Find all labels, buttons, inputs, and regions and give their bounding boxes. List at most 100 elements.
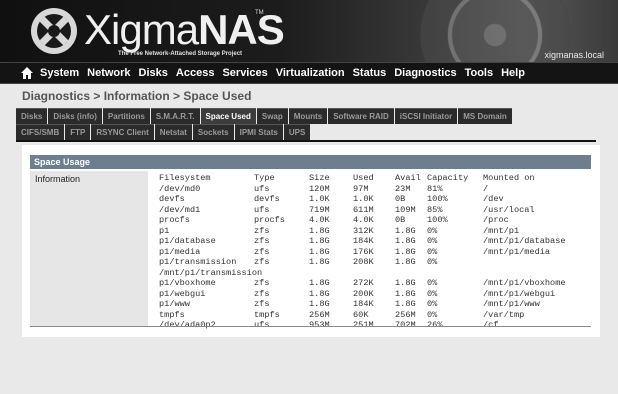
cell-capacity: 81% [427, 183, 443, 194]
tab-rsync-client[interactable]: RSYNC Client [91, 124, 154, 140]
breadcrumb: Diagnostics > Information > Space Used [22, 89, 252, 103]
tab-disks-info[interactable]: Disks (info) [48, 108, 102, 124]
cell-mounted-on: /dev [483, 194, 504, 204]
col-avail: Avail [395, 173, 421, 183]
panel-title: Space Usage [30, 155, 591, 169]
nav-tools[interactable]: Tools [465, 67, 494, 79]
table-row: tmpfs tmpfs 256M 60K 256M 0% /var/tmp [159, 310, 589, 321]
table-row: p1/vboxhome zfs 1.8G 272K 1.8G 0% /mnt/p1/vbox… [159, 278, 589, 289]
space-usage-panel: Space Usage Information Filesystem Type … [22, 145, 600, 337]
cell-used: 200K [353, 288, 374, 299]
tab-ftp[interactable]: FTP [65, 124, 91, 140]
cell-used: 176K [353, 246, 374, 257]
tab-space-used[interactable]: Space Used [200, 108, 256, 124]
nav-status[interactable]: Status [353, 67, 387, 79]
cell-filesystem: /dev/md1 [159, 204, 201, 215]
cell-type: zfs [254, 288, 270, 299]
cell-size: 1.8G [309, 257, 330, 267]
cell-size: 719M [309, 204, 330, 215]
cell-type: zfs [254, 246, 270, 257]
cell-type: tmpfs [254, 309, 280, 320]
nav-system[interactable]: System [40, 67, 79, 79]
table-row: p1/webgui zfs 1.8G 200K 1.8G 0% /mnt/p1/webgui [159, 289, 589, 300]
col-type: Type [254, 173, 275, 183]
cell-filesystem: procfs [159, 215, 190, 225]
cell-filesystem: p1/webgui [159, 288, 206, 299]
brand-tagline: The Free Network-Attached Storage Projec… [118, 51, 243, 57]
brand-name-part2: NAS [198, 6, 285, 53]
cell-avail: 0B [395, 194, 406, 204]
trademark-mark: TM [255, 10, 264, 16]
cell-mounted-on: /mnt/p1 [483, 225, 520, 236]
tab-ms-domain[interactable]: MS Domain [458, 108, 512, 124]
tab-ups[interactable]: UPS [283, 124, 311, 140]
cell-filesystem: p1/transmission [159, 257, 237, 267]
nav-network[interactable]: Network [87, 67, 130, 79]
nav-diagnostics[interactable]: Diagnostics [394, 67, 456, 79]
df-header-row: Filesystem Type Size Used Avail Capacity… [159, 173, 589, 184]
table-row: p1/transmission zfs 1.8G 208K 1.8G 0% [159, 257, 589, 268]
brand-wordmark: XigmaNAS [84, 6, 285, 54]
cell-mounted-on: / [483, 183, 489, 194]
table-row: p1/database zfs 1.8G 184K 1.8G 0% /mnt/p1/data… [159, 236, 589, 247]
nav-disks[interactable]: Disks [139, 67, 168, 79]
col-capacity: Capacity [427, 173, 469, 183]
cell-size: 1.8G [309, 236, 330, 246]
cell-used: 611M [353, 204, 374, 215]
tab-bar: Disks Disks (info) Partitions S.M.A.R.T.… [16, 108, 596, 142]
df-output: Filesystem Type Size Used Avail Capacity… [159, 173, 589, 331]
cell-capacity: 85% [427, 204, 443, 215]
cell-type: ufs [254, 183, 270, 194]
cell-filesystem: /dev/md0 [159, 183, 201, 194]
tab-ipmi-stats[interactable]: IPMI Stats [234, 124, 283, 140]
information-label: Information [35, 174, 81, 184]
cell-avail: 1.8G [395, 299, 416, 309]
tab-sockets[interactable]: Sockets [192, 124, 234, 140]
tab-row-1: Disks Disks (info) Partitions S.M.A.R.T.… [16, 108, 596, 124]
table-row: /dev/md1 ufs 719M 611M 109M 85% /usr/local [159, 205, 589, 216]
cell-type: devfs [254, 194, 280, 204]
cell-used: 97M [353, 183, 369, 194]
tab-cifs-smb[interactable]: CIFS/SMB [16, 124, 65, 140]
table-row: /dev/md0 ufs 120M 97M 23M 81% / [159, 184, 589, 195]
tab-swap[interactable]: Swap [256, 108, 288, 124]
tab-software-raid[interactable]: Software RAID [328, 108, 394, 124]
nav-virtualization[interactable]: Virtualization [276, 67, 345, 79]
cell-size: 4.0K [309, 215, 330, 225]
cell-avail: 1.8G [395, 236, 416, 246]
cell-avail: 0B [395, 215, 406, 225]
cell-capacity: 0% [427, 299, 438, 309]
cell-avail: 1.8G [395, 257, 416, 267]
main-navigation: System Network Disks Access Services Vir… [0, 62, 618, 84]
cell-used: 1.0K [353, 194, 374, 204]
tab-partitions[interactable]: Partitions [102, 108, 150, 124]
tab-mounts[interactable]: Mounts [288, 108, 328, 124]
cell-capacity: 0% [427, 236, 438, 246]
cell-size: 1.8G [309, 288, 330, 299]
cell-avail: 1.8G [395, 225, 416, 236]
nav-access[interactable]: Access [176, 67, 215, 79]
cell-avail: 23M [395, 183, 411, 194]
tab-iscsi-initiator[interactable]: iSCSI Initiator [394, 108, 458, 124]
xigmanas-logo-icon [31, 8, 77, 54]
nav-services[interactable]: Services [222, 67, 267, 79]
table-row: p1/media zfs 1.8G 176K 1.8G 0% /mnt/p1/media [159, 247, 589, 258]
cell-size: 1.0K [309, 194, 330, 204]
cell-mounted-on: /usr/local [483, 204, 535, 215]
cell-capacity: 0% [427, 278, 438, 288]
cell-mounted-on: /mnt/p1/vboxhome [483, 278, 566, 288]
tab-disks[interactable]: Disks [16, 108, 48, 124]
table-row: /mnt/p1/transmission [159, 268, 589, 279]
header-banner: XigmaNAS TM The Free Network-Attached St… [0, 0, 618, 62]
cell-type: zfs [254, 236, 270, 246]
cell-used: 184K [353, 299, 374, 309]
panel-bottom-rule [30, 326, 591, 327]
tab-smart[interactable]: S.M.A.R.T. [150, 108, 200, 124]
cell-used: 4.0K [353, 215, 374, 225]
home-icon[interactable] [20, 66, 34, 80]
cell-filesystem: p1 [159, 225, 170, 236]
cell-used: 60K [353, 309, 369, 320]
cell-filesystem: p1/database [159, 236, 216, 246]
tab-netstat[interactable]: Netstat [154, 124, 192, 140]
nav-help[interactable]: Help [501, 67, 525, 79]
